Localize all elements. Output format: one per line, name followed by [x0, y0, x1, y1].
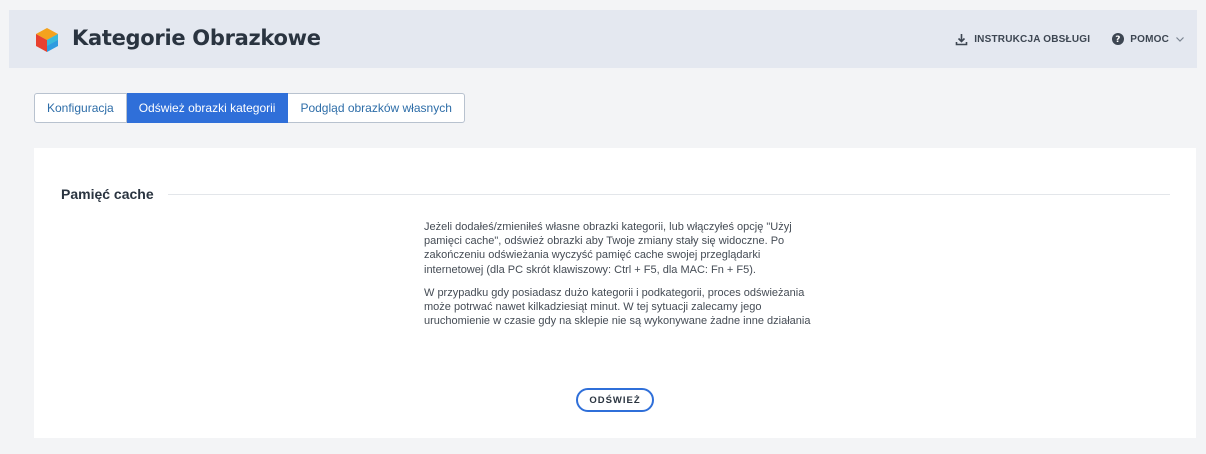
- manual-link[interactable]: INSTRUKCJA OBSŁUGI: [955, 33, 1090, 46]
- app-logo-icon: [36, 28, 58, 52]
- tab-bar: Konfiguracja Odśwież obrazki kategorii P…: [34, 93, 465, 123]
- help-menu-label: POMOC: [1130, 33, 1169, 45]
- section-title: Pamięć cache: [61, 186, 154, 202]
- app-title: Kategorie Obrazkowe: [72, 26, 321, 50]
- tab-custom-images-preview[interactable]: Podgląd obrazków własnych: [288, 93, 465, 123]
- section-header: Pamięć cache: [61, 186, 1170, 202]
- tab-refresh-images[interactable]: Odśwież obrazki kategorii: [126, 93, 289, 123]
- description-paragraph: W przypadku gdy posiadasz dużo kategorii…: [424, 286, 811, 328]
- description-paragraph: Jeżeli dodałeś/zmieniłeś własne obrazki …: [424, 221, 792, 276]
- help-menu[interactable]: ? POMOC: [1112, 33, 1185, 45]
- svg-text:?: ?: [1116, 35, 1121, 45]
- help-circle-icon: ?: [1112, 33, 1125, 45]
- download-icon: [955, 33, 968, 45]
- chevron-down-icon: [1176, 37, 1184, 42]
- app-header: Kategorie Obrazkowe INSTRUKCJA OBSŁUGI ?…: [9, 10, 1197, 68]
- tab-configuration[interactable]: Konfiguracja: [34, 93, 127, 123]
- content-panel: Pamięć cache Jeżeli dodałeś/zmieniłeś wł…: [34, 148, 1196, 438]
- manual-link-label: INSTRUKCJA OBSŁUGI: [974, 33, 1091, 45]
- refresh-button[interactable]: ODŚWIEŻ: [576, 388, 654, 412]
- section-description: Jeżeli dodałeś/zmieniłeś własne obrazki …: [424, 220, 814, 328]
- header-actions: INSTRUKCJA OBSŁUGI ? POMOC: [955, 10, 1185, 68]
- section-divider: [167, 193, 1170, 195]
